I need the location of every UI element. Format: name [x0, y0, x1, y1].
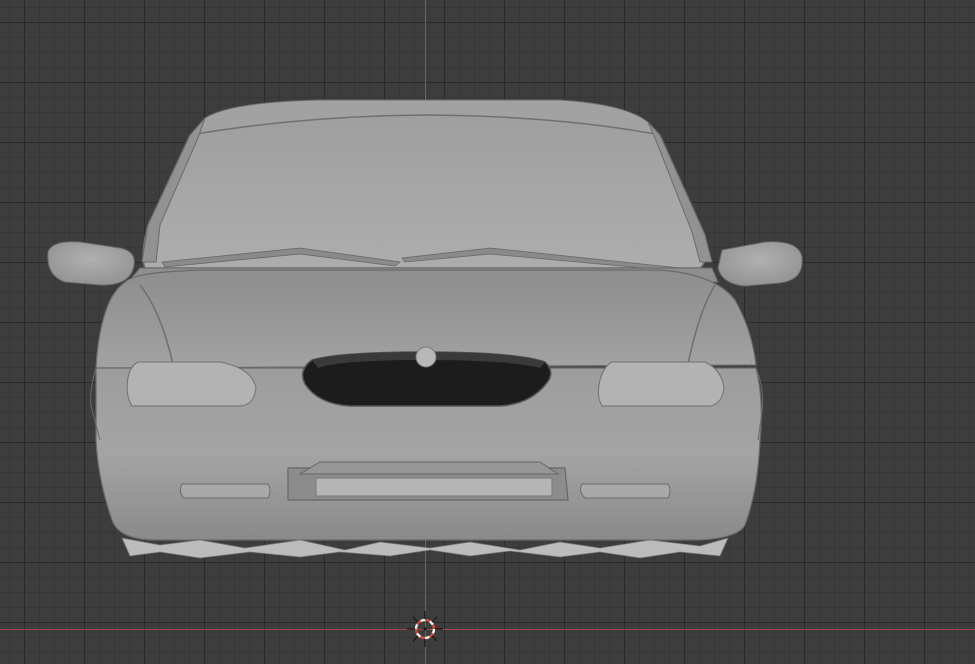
license-plate-area	[315, 477, 553, 497]
badge-emblem	[415, 346, 437, 368]
undercarriage	[121, 537, 729, 559]
right-headlight	[597, 361, 725, 407]
3d-viewport[interactable]	[0, 0, 975, 664]
left-headlight	[126, 361, 257, 407]
left-mirror	[47, 241, 135, 286]
left-fog-light	[179, 483, 271, 499]
3d-cursor-icon[interactable]	[405, 609, 445, 649]
lower-intake-frame	[298, 461, 560, 475]
car-model[interactable]	[0, 0, 975, 664]
right-mirror	[717, 241, 803, 287]
car-windshield	[142, 114, 708, 269]
right-fog-light	[580, 483, 671, 499]
